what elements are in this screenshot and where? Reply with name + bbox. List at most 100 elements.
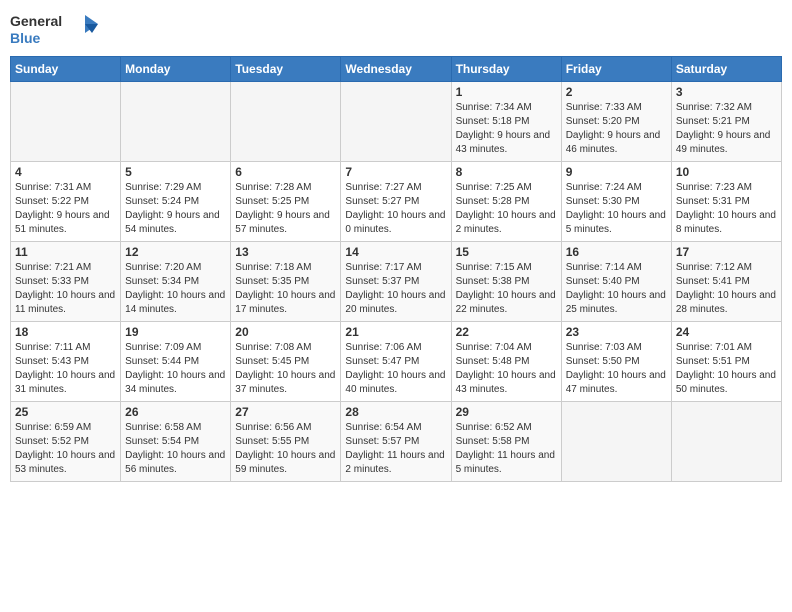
calendar-cell: 24 Sunrise: 7:01 AM Sunset: 5:51 PM Dayli… xyxy=(671,322,781,402)
day-info: Sunrise: 7:09 AM Sunset: 5:44 PM Dayligh… xyxy=(125,341,226,397)
day-info: Sunrise: 7:17 AM Sunset: 5:37 PM Dayligh… xyxy=(345,261,446,317)
day-number: 26 xyxy=(125,405,226,419)
calendar-cell: 14 Sunrise: 7:17 AM Sunset: 5:37 PM Dayli… xyxy=(341,242,451,322)
header: GeneralBlue xyxy=(10,10,782,50)
day-info: Sunrise: 7:33 AM Sunset: 5:20 PM Dayligh… xyxy=(566,101,667,157)
day-number: 7 xyxy=(345,165,446,179)
calendar-week-2: 4 Sunrise: 7:31 AM Sunset: 5:22 PM Daylig… xyxy=(11,162,782,242)
day-number: 19 xyxy=(125,325,226,339)
day-info: Sunrise: 7:27 AM Sunset: 5:27 PM Dayligh… xyxy=(345,181,446,237)
day-info: Sunrise: 6:56 AM Sunset: 5:55 PM Dayligh… xyxy=(235,421,336,477)
calendar-cell: 16Sunrise: 7:14 AM Sunset: 5:40 PM Dayli… xyxy=(561,242,671,322)
calendar-cell xyxy=(671,402,781,482)
day-number: 24 xyxy=(676,325,777,339)
calendar-week-3: 11 Sunrise: 7:21 AM Sunset: 5:33 PM Dayli… xyxy=(11,242,782,322)
calendar-cell: 23 Sunrise: 7:03 AM Sunset: 5:50 PM Dayli… xyxy=(561,322,671,402)
calendar-cell: 25Sunrise: 6:59 AM Sunset: 5:52 PM Dayli… xyxy=(11,402,121,482)
day-number: 17 xyxy=(676,245,777,259)
weekday-header-sunday: Sunday xyxy=(11,57,121,82)
calendar-cell: 10Sunrise: 7:23 AM Sunset: 5:31 PM Dayli… xyxy=(671,162,781,242)
calendar-week-1: 1 Sunrise: 7:34 AM Sunset: 5:18 PM Daylig… xyxy=(11,82,782,162)
day-info: Sunrise: 6:58 AM Sunset: 5:54 PM Dayligh… xyxy=(125,421,226,477)
day-number: 6 xyxy=(235,165,336,179)
day-number: 8 xyxy=(456,165,557,179)
calendar-cell: 18 Sunrise: 7:11 AM Sunset: 5:43 PM Dayli… xyxy=(11,322,121,402)
day-number: 15 xyxy=(456,245,557,259)
calendar-cell: 3Sunrise: 7:32 AM Sunset: 5:21 PM Daylig… xyxy=(671,82,781,162)
calendar-cell: 11 Sunrise: 7:21 AM Sunset: 5:33 PM Dayli… xyxy=(11,242,121,322)
calendar-cell xyxy=(561,402,671,482)
svg-text:Blue: Blue xyxy=(10,30,41,46)
calendar-cell xyxy=(121,82,231,162)
calendar-cell: 26 Sunrise: 6:58 AM Sunset: 5:54 PM Dayli… xyxy=(121,402,231,482)
calendar-cell: 28 Sunrise: 6:54 AM Sunset: 5:57 PM Dayli… xyxy=(341,402,451,482)
calendar-cell: 8 Sunrise: 7:25 AM Sunset: 5:28 PM Daylig… xyxy=(451,162,561,242)
calendar-cell: 19 Sunrise: 7:09 AM Sunset: 5:44 PM Dayli… xyxy=(121,322,231,402)
day-number: 4 xyxy=(15,165,116,179)
day-number: 28 xyxy=(345,405,446,419)
calendar-cell: 2 Sunrise: 7:33 AM Sunset: 5:20 PM Daylig… xyxy=(561,82,671,162)
weekday-header-thursday: Thursday xyxy=(451,57,561,82)
day-info: Sunrise: 7:15 AM Sunset: 5:38 PM Dayligh… xyxy=(456,261,557,317)
calendar-cell: 13 Sunrise: 7:18 AM Sunset: 5:35 PM Dayli… xyxy=(231,242,341,322)
day-number: 23 xyxy=(566,325,667,339)
day-number: 2 xyxy=(566,85,667,99)
day-info: Sunrise: 7:20 AM Sunset: 5:34 PM Dayligh… xyxy=(125,261,226,317)
day-number: 29 xyxy=(456,405,557,419)
calendar-cell: 1 Sunrise: 7:34 AM Sunset: 5:18 PM Daylig… xyxy=(451,82,561,162)
day-number: 18 xyxy=(15,325,116,339)
day-number: 27 xyxy=(235,405,336,419)
day-info: Sunrise: 7:23 AM Sunset: 5:31 PM Dayligh… xyxy=(676,181,777,237)
calendar-header-row: SundayMondayTuesdayWednesdayThursdayFrid… xyxy=(11,57,782,82)
day-info: Sunrise: 7:08 AM Sunset: 5:45 PM Dayligh… xyxy=(235,341,336,397)
day-info: Sunrise: 7:31 AM Sunset: 5:22 PM Dayligh… xyxy=(15,181,116,237)
calendar-cell: 7 Sunrise: 7:27 AM Sunset: 5:27 PM Daylig… xyxy=(341,162,451,242)
calendar-cell: 20Sunrise: 7:08 AM Sunset: 5:45 PM Dayli… xyxy=(231,322,341,402)
logo-svg: GeneralBlue xyxy=(10,10,100,50)
day-number: 3 xyxy=(676,85,777,99)
day-number: 21 xyxy=(345,325,446,339)
day-info: Sunrise: 7:29 AM Sunset: 5:24 PM Dayligh… xyxy=(125,181,226,237)
day-info: Sunrise: 7:01 AM Sunset: 5:51 PM Dayligh… xyxy=(676,341,777,397)
day-info: Sunrise: 7:34 AM Sunset: 5:18 PM Dayligh… xyxy=(456,101,557,157)
calendar: SundayMondayTuesdayWednesdayThursdayFrid… xyxy=(10,56,782,482)
day-info: Sunrise: 7:11 AM Sunset: 5:43 PM Dayligh… xyxy=(15,341,116,397)
calendar-cell: 6 Sunrise: 7:28 AM Sunset: 5:25 PM Daylig… xyxy=(231,162,341,242)
day-info: Sunrise: 7:03 AM Sunset: 5:50 PM Dayligh… xyxy=(566,341,667,397)
day-info: Sunrise: 7:28 AM Sunset: 5:25 PM Dayligh… xyxy=(235,181,336,237)
calendar-cell: 12 Sunrise: 7:20 AM Sunset: 5:34 PM Dayli… xyxy=(121,242,231,322)
day-number: 16 xyxy=(566,245,667,259)
day-number: 11 xyxy=(15,245,116,259)
day-info: Sunrise: 7:04 AM Sunset: 5:48 PM Dayligh… xyxy=(456,341,557,397)
day-number: 13 xyxy=(235,245,336,259)
calendar-week-5: 25Sunrise: 6:59 AM Sunset: 5:52 PM Dayli… xyxy=(11,402,782,482)
day-number: 22 xyxy=(456,325,557,339)
calendar-cell: 21Sunrise: 7:06 AM Sunset: 5:47 PM Dayli… xyxy=(341,322,451,402)
svg-text:General: General xyxy=(10,13,62,29)
calendar-cell xyxy=(231,82,341,162)
weekday-header-tuesday: Tuesday xyxy=(231,57,341,82)
day-number: 9 xyxy=(566,165,667,179)
calendar-cell xyxy=(341,82,451,162)
day-info: Sunrise: 6:54 AM Sunset: 5:57 PM Dayligh… xyxy=(345,421,446,477)
calendar-cell: 22 Sunrise: 7:04 AM Sunset: 5:48 PM Dayli… xyxy=(451,322,561,402)
day-number: 12 xyxy=(125,245,226,259)
weekday-header-monday: Monday xyxy=(121,57,231,82)
day-number: 1 xyxy=(456,85,557,99)
calendar-week-4: 18 Sunrise: 7:11 AM Sunset: 5:43 PM Dayli… xyxy=(11,322,782,402)
calendar-cell: 29 Sunrise: 6:52 AM Sunset: 5:58 PM Dayli… xyxy=(451,402,561,482)
weekday-header-friday: Friday xyxy=(561,57,671,82)
day-info: Sunrise: 7:24 AM Sunset: 5:30 PM Dayligh… xyxy=(566,181,667,237)
day-number: 14 xyxy=(345,245,446,259)
day-info: Sunrise: 6:52 AM Sunset: 5:58 PM Dayligh… xyxy=(456,421,557,477)
day-number: 5 xyxy=(125,165,226,179)
calendar-cell: 17Sunrise: 7:12 AM Sunset: 5:41 PM Dayli… xyxy=(671,242,781,322)
day-info: Sunrise: 7:18 AM Sunset: 5:35 PM Dayligh… xyxy=(235,261,336,317)
weekday-header-wednesday: Wednesday xyxy=(341,57,451,82)
day-info: Sunrise: 7:21 AM Sunset: 5:33 PM Dayligh… xyxy=(15,261,116,317)
calendar-cell xyxy=(11,82,121,162)
day-info: Sunrise: 7:25 AM Sunset: 5:28 PM Dayligh… xyxy=(456,181,557,237)
day-number: 25 xyxy=(15,405,116,419)
weekday-header-saturday: Saturday xyxy=(671,57,781,82)
logo: GeneralBlue xyxy=(10,10,100,50)
